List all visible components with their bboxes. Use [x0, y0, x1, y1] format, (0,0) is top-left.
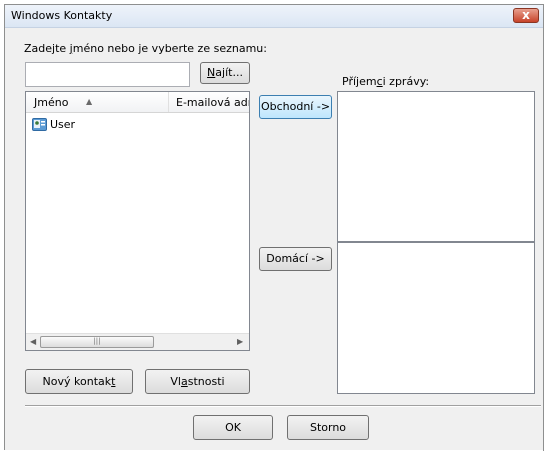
- business-button[interactable]: Obchodní ->: [259, 95, 332, 119]
- scroll-thumb[interactable]: |||: [40, 336, 154, 348]
- column-header-email[interactable]: E-mailová adr: [176, 96, 249, 109]
- scroll-right-icon[interactable]: ▶: [237, 337, 243, 346]
- find-button-label: ajít...: [215, 66, 243, 79]
- home-button[interactable]: Domácí ->: [259, 247, 332, 271]
- new-contact-button[interactable]: Nový kontakt: [25, 369, 133, 394]
- home-button-label: Domácí ->: [266, 252, 325, 265]
- cancel-button[interactable]: Storno: [287, 415, 369, 440]
- contact-card-icon: [32, 118, 47, 131]
- home-recipients-box[interactable]: [337, 242, 535, 394]
- properties-label: Vl: [170, 375, 181, 388]
- close-button[interactable]: x: [513, 8, 539, 23]
- business-recipients-box[interactable]: [337, 91, 535, 242]
- column-divider[interactable]: [168, 92, 169, 112]
- search-input[interactable]: [25, 62, 190, 87]
- contact-name: User: [50, 118, 76, 131]
- recipients-label-part: Příjem: [342, 75, 377, 88]
- contacts-list[interactable]: Jméno ▲ E-mailová adr User ◀ ||| ▶: [25, 91, 250, 351]
- contacts-dialog: Windows Kontakty x Zadejte jméno nebo je…: [4, 4, 544, 451]
- window-title: Windows Kontakty: [11, 9, 113, 22]
- close-icon: x: [522, 8, 530, 22]
- properties-label: stnosti: [187, 375, 225, 388]
- ok-button-label: OK: [225, 421, 241, 434]
- recipients-label: Příjemci zprávy:: [342, 75, 429, 88]
- find-button[interactable]: Najít...: [200, 62, 250, 84]
- cancel-button-label: Storno: [309, 421, 347, 434]
- search-label-part: Zadejte: [24, 42, 70, 55]
- sort-ascending-icon: ▲: [86, 97, 93, 106]
- search-label-part: méno nebo je vyberte ze seznamu:: [72, 42, 267, 55]
- column-header-name[interactable]: Jméno: [34, 96, 68, 109]
- properties-accel: a: [180, 375, 188, 388]
- new-contact-label: Nový kontak: [42, 375, 112, 388]
- list-header: Jméno ▲ E-mailová adr: [26, 92, 249, 113]
- recipients-label-part: i zprávy:: [382, 75, 430, 88]
- title-bar: Windows Kontakty x: [5, 5, 544, 28]
- business-button-label: Obchodní ->: [260, 100, 331, 113]
- ok-button[interactable]: OK: [193, 415, 273, 440]
- dialog-separator: [25, 405, 541, 407]
- properties-button[interactable]: Vlastnosti: [145, 369, 250, 394]
- list-item[interactable]: User: [30, 117, 170, 133]
- new-contact-accel: t: [111, 375, 116, 388]
- scroll-left-icon[interactable]: ◀: [30, 337, 36, 346]
- window-border: [543, 5, 544, 451]
- horizontal-scrollbar[interactable]: ◀ ||| ▶: [26, 333, 249, 350]
- search-label: Zadejte jméno nebo je vyberte ze seznamu…: [24, 42, 267, 55]
